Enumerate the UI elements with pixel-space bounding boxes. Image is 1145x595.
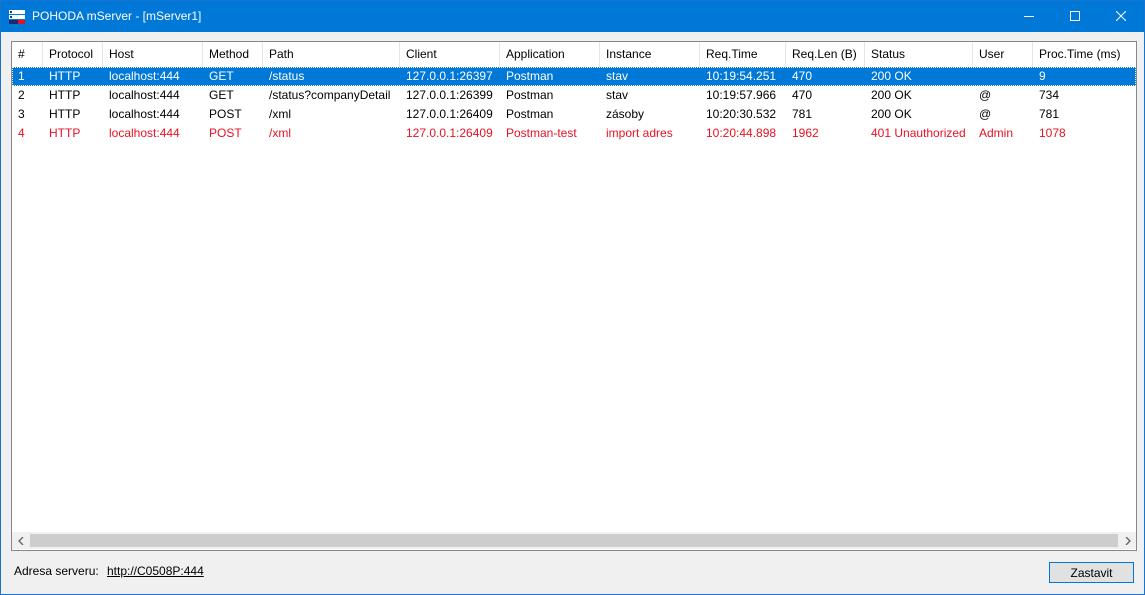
table-row[interactable]: 1 HTTP localhost:444 GET /status 127.0.0… — [12, 67, 1136, 86]
cell-status: 200 OK — [871, 69, 912, 83]
maximize-button[interactable] — [1052, 1, 1098, 32]
cell-instance: stav — [606, 69, 629, 83]
cell-user: @ — [979, 107, 992, 121]
cell-status: 401 Unauthorized — [871, 126, 966, 140]
cell-req-time: 10:19:54.251 — [706, 69, 777, 83]
column-header-status[interactable]: Status — [865, 42, 973, 67]
cell-path: /xml — [269, 126, 291, 140]
cell-instance: zásoby — [606, 107, 645, 121]
cell-client: 127.0.0.1:26397 — [406, 69, 493, 83]
cell-host: localhost:444 — [109, 88, 180, 102]
column-header-application[interactable]: Application — [500, 42, 600, 67]
cell-application: Postman — [506, 88, 554, 102]
cell-host: localhost:444 — [109, 69, 180, 83]
stop-button[interactable]: Zastavit — [1049, 562, 1134, 583]
cell-number: 2 — [18, 88, 25, 102]
column-header-number[interactable]: # — [12, 42, 43, 67]
cell-req-time: 10:19:57.966 — [706, 88, 777, 102]
column-header-proc-time[interactable]: Proc.Time (ms) — [1033, 42, 1136, 67]
column-header-client[interactable]: Client — [400, 42, 500, 67]
column-header-method[interactable]: Method — [203, 42, 263, 67]
cell-req-len: 470 — [792, 88, 813, 102]
maximize-icon — [1070, 10, 1080, 24]
cell-method: GET — [209, 88, 234, 102]
server-address-link[interactable]: http://C0508P:444 — [107, 564, 204, 578]
cell-client: 127.0.0.1:26409 — [406, 107, 493, 121]
table-row[interactable]: 2 HTTP localhost:444 GET /status?company… — [12, 86, 1136, 105]
cell-proc-time: 781 — [1039, 107, 1060, 121]
column-header-path[interactable]: Path — [263, 42, 400, 67]
arrow-left-icon — [17, 534, 24, 548]
cell-number: 1 — [18, 69, 25, 83]
cell-path: /status?companyDetail — [269, 88, 391, 102]
cell-req-len: 1962 — [792, 126, 819, 140]
server-icon[interactable] — [9, 9, 25, 25]
cell-application: Postman — [506, 69, 554, 83]
minimize-icon — [1024, 10, 1034, 24]
cell-method: GET — [209, 69, 234, 83]
window-title: POHODA mServer - [mServer1] — [32, 9, 202, 23]
cell-protocol: HTTP — [49, 69, 81, 83]
scroll-left-button[interactable] — [12, 532, 29, 549]
cell-path: /status — [269, 69, 305, 83]
arrow-right-icon — [1125, 534, 1131, 548]
cell-application: Postman — [506, 107, 554, 121]
cell-proc-time: 734 — [1039, 88, 1060, 102]
cell-method: POST — [209, 107, 242, 121]
column-header-req-len[interactable]: Req.Len (B) — [786, 42, 865, 67]
cell-path: /xml — [269, 107, 291, 121]
cell-req-time: 10:20:44.898 — [706, 126, 777, 140]
cell-protocol: HTTP — [49, 126, 81, 140]
cell-status: 200 OK — [871, 88, 912, 102]
column-header-protocol[interactable]: Protocol — [43, 42, 103, 67]
cell-status: 200 OK — [871, 107, 912, 121]
cell-req-len: 470 — [792, 69, 813, 83]
cell-number: 3 — [18, 107, 25, 121]
request-log-list[interactable]: # Protocol Host Method Path Client Appli… — [11, 41, 1137, 551]
cell-proc-time: 1078 — [1039, 126, 1066, 140]
table-row[interactable]: 3 HTTP localhost:444 POST /xml 127.0.0.1… — [12, 105, 1136, 124]
cell-req-len: 781 — [792, 107, 813, 121]
column-header-user[interactable]: User — [973, 42, 1033, 67]
cell-client: 127.0.0.1:26409 — [406, 126, 493, 140]
title-bar[interactable]: POHODA mServer - [mServer1] — [1, 1, 1144, 32]
column-header-req-time[interactable]: Req.Time — [700, 42, 786, 67]
scrollbar-thumb[interactable] — [30, 534, 1118, 547]
column-header-host[interactable]: Host — [103, 42, 203, 67]
cell-user: Admin — [979, 126, 1014, 140]
cell-application: Postman-test — [506, 126, 577, 140]
server-address-label: Adresa serveru: — [14, 564, 99, 578]
minimize-button[interactable] — [1006, 1, 1052, 32]
cell-host: localhost:444 — [109, 107, 180, 121]
cell-protocol: HTTP — [49, 107, 81, 121]
column-header-instance[interactable]: Instance — [600, 42, 700, 67]
cell-host: localhost:444 — [109, 126, 180, 140]
cell-number: 4 — [18, 126, 25, 140]
cell-instance: stav — [606, 88, 629, 102]
cell-instance: import adres — [606, 126, 673, 140]
cell-protocol: HTTP — [49, 88, 81, 102]
cell-proc-time: 9 — [1039, 69, 1046, 83]
cell-client: 127.0.0.1:26399 — [406, 88, 493, 102]
horizontal-scrollbar[interactable] — [12, 532, 1136, 549]
scroll-right-button[interactable] — [1119, 532, 1136, 549]
table-row[interactable]: 4 HTTP localhost:444 POST /xml 127.0.0.1… — [12, 124, 1136, 143]
cell-req-time: 10:20:30.532 — [706, 107, 777, 121]
cell-user: @ — [979, 88, 992, 102]
cell-user — [973, 67, 1033, 86]
close-icon — [1115, 10, 1127, 24]
cell-method: POST — [209, 126, 242, 140]
list-header: # Protocol Host Method Path Client Appli… — [12, 42, 1136, 68]
app-window: POHODA mServer - [mServer1] # Protocol H… — [0, 0, 1145, 595]
close-button[interactable] — [1098, 1, 1144, 32]
